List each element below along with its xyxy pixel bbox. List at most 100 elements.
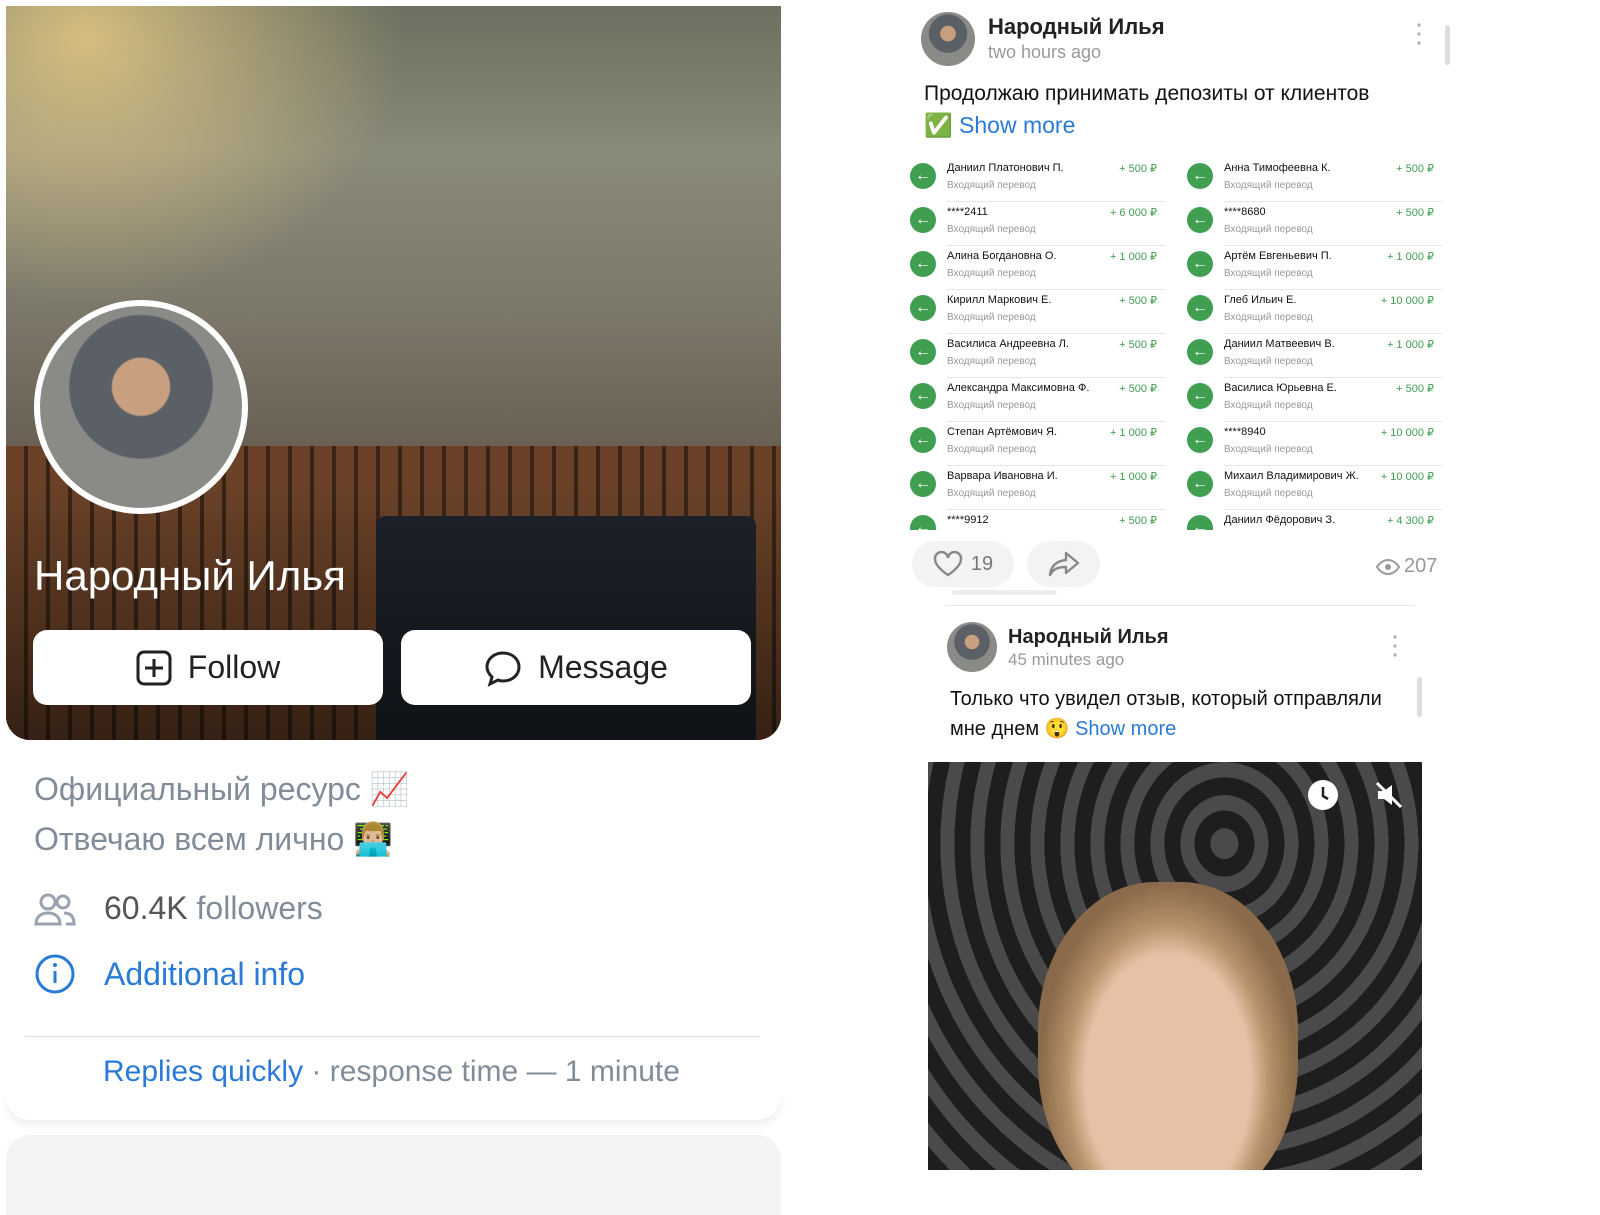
incoming-arrow-icon: ← <box>910 427 936 453</box>
additional-info-link[interactable]: Additional info <box>34 953 305 995</box>
scrollbar[interactable] <box>1417 677 1422 717</box>
transaction-name: ****8680 <box>1224 206 1266 218</box>
profile-description-line: Официальный ресурс 📈 <box>34 771 410 807</box>
views-counter: 207 <box>1376 555 1437 578</box>
transaction-amount: + 10 000 ₽ <box>1380 427 1434 439</box>
transaction-row: ← Варвара Ивановна И. Входящий перевод +… <box>905 466 1175 510</box>
follow-label: Follow <box>187 649 281 685</box>
more-options-icon[interactable]: ⋮ <box>1406 20 1432 46</box>
followers-count: 60.4K <box>104 890 188 926</box>
transaction-type: Входящий перевод <box>1224 400 1313 411</box>
transaction-type: Входящий перевод <box>947 400 1036 411</box>
transaction-amount: + 500 ₽ <box>1119 515 1157 527</box>
transaction-row: ← Артём Евгеньевич П. Входящий перевод +… <box>1182 246 1450 290</box>
heart-icon <box>933 551 963 577</box>
transaction-amount: + 10 000 ₽ <box>1380 295 1434 307</box>
transaction-row: ← ****8940 Входящий перевод + 10 000 ₽ <box>1182 422 1450 466</box>
transaction-name: Александра Максимовна Ф. <box>947 382 1090 394</box>
transaction-amount: + 1 000 ₽ <box>1386 251 1434 263</box>
like-button[interactable]: 19 <box>912 541 1014 587</box>
transaction-row: ← Василиса Андреевна Л. Входящий перевод… <box>905 334 1175 378</box>
transaction-type: Входящий перевод <box>947 356 1036 367</box>
transaction-row: ← ****9912 + 500 ₽ <box>905 510 1175 530</box>
transaction-type: Входящий перевод <box>1224 444 1313 455</box>
transaction-amount: + 500 ₽ <box>1119 163 1157 175</box>
info-icon <box>35 954 75 994</box>
transaction-name: Василиса Андреевна Л. <box>947 338 1069 350</box>
next-card <box>6 1135 781 1215</box>
transaction-amount: + 500 ₽ <box>1119 383 1157 395</box>
transaction-row: ← Алина Богдановна О. Входящий перевод +… <box>905 246 1175 290</box>
more-options-icon[interactable]: ⋮ <box>1382 632 1408 658</box>
transaction-name: Варвара Ивановна И. <box>947 470 1058 482</box>
response-time-info: Replies quickly · response time — 1 minu… <box>103 1055 680 1089</box>
transaction-name: ****9912 <box>947 514 989 526</box>
transaction-row: ← Кирилл Маркович Е. Входящий перевод + … <box>905 290 1175 334</box>
transaction-name: Василиса Юрьевна Е. <box>1224 382 1337 394</box>
transaction-name: Даниил Платонович П. <box>947 162 1064 174</box>
transaction-name: Артём Евгеньевич П. <box>1224 250 1332 262</box>
incoming-arrow-icon: ← <box>1187 339 1213 365</box>
transaction-row: ← Александра Максимовна Ф. Входящий пере… <box>905 378 1175 422</box>
transaction-type: Входящий перевод <box>1224 224 1313 235</box>
post-author[interactable]: Народный Илья <box>1008 626 1169 649</box>
share-button[interactable] <box>1027 541 1100 587</box>
transaction-type: Входящий перевод <box>1224 180 1313 191</box>
transaction-type: Входящий перевод <box>947 444 1036 455</box>
followers-row[interactable]: 60.4K followers <box>34 890 323 927</box>
replies-quickly-label: Replies quickly <box>103 1055 304 1088</box>
post-author-avatar[interactable] <box>921 12 975 66</box>
transaction-name: ****8940 <box>1224 426 1266 438</box>
incoming-arrow-icon: ← <box>1187 383 1213 409</box>
share-arrow-icon <box>1048 551 1079 577</box>
transaction-amount: + 500 ₽ <box>1119 295 1157 307</box>
transaction-row: ← Василиса Юрьевна Е. Входящий перевод +… <box>1182 378 1450 422</box>
post-text: Только что увидел отзыв, который отправл… <box>950 684 1410 744</box>
show-more-link[interactable]: Show more <box>1075 718 1176 740</box>
post-image-transactions[interactable]: ← Даниил Платонович П. Входящий перевод … <box>905 158 1450 530</box>
post-video[interactable] <box>928 762 1422 1170</box>
transaction-amount: + 1 000 ₽ <box>1109 427 1157 439</box>
video-frame-person <box>1038 882 1298 1170</box>
message-button[interactable]: Message <box>401 630 751 705</box>
profile-name: Народный Илья <box>34 552 346 599</box>
transaction-amount: + 4 300 ₽ <box>1386 515 1434 527</box>
users-icon <box>34 893 76 925</box>
transaction-type: Входящий перевод <box>947 488 1036 499</box>
transaction-type: Входящий перевод <box>947 268 1036 279</box>
incoming-arrow-icon: ← <box>910 471 936 497</box>
transaction-amount: + 1 000 ₽ <box>1109 471 1157 483</box>
transaction-amount: + 500 ₽ <box>1396 163 1434 175</box>
incoming-arrow-icon: ← <box>910 515 936 530</box>
transaction-type: Входящий перевод <box>947 224 1036 235</box>
profile-description-line: Отвечаю всем лично 👨🏼‍💻 <box>34 821 394 857</box>
post-author[interactable]: Народный Илья <box>988 14 1165 40</box>
transaction-amount: + 500 ₽ <box>1396 207 1434 219</box>
profile-avatar[interactable] <box>34 300 248 514</box>
plus-square-icon <box>136 650 172 685</box>
transaction-amount: + 6 000 ₽ <box>1109 207 1157 219</box>
transaction-type: Входящий перевод <box>947 312 1036 323</box>
response-time-label: · response time — 1 minute <box>303 1055 680 1088</box>
incoming-arrow-icon: ← <box>1187 515 1213 530</box>
likes-count: 19 <box>970 552 994 575</box>
additional-info-label: Additional info <box>104 955 306 992</box>
transaction-row: ← ****8680 Входящий перевод + 500 ₽ <box>1182 202 1450 246</box>
transaction-row: ← Анна Тимофеевна К. Входящий перевод + … <box>1182 158 1450 202</box>
incoming-arrow-icon: ← <box>1187 251 1213 277</box>
transaction-name: Михаил Владимирович Ж. <box>1224 470 1359 482</box>
show-more-link[interactable]: Show more <box>959 112 1075 138</box>
post-text: Продолжаю принимать депозиты от клиентов <box>924 82 1370 105</box>
transaction-amount: + 1 000 ₽ <box>1386 339 1434 351</box>
follow-button[interactable]: Follow <box>33 630 383 705</box>
checkmark-emoji-icon: ✅ <box>924 112 953 138</box>
scrollbar[interactable] <box>1445 25 1450 65</box>
incoming-arrow-icon: ← <box>910 207 936 233</box>
clock-icon[interactable] <box>1308 780 1338 810</box>
incoming-arrow-icon: ← <box>1187 427 1213 453</box>
transaction-type: Входящий перевод <box>1224 356 1313 367</box>
card-bottom-edge <box>6 1090 781 1120</box>
post-author-avatar[interactable] <box>947 622 997 672</box>
incoming-arrow-icon: ← <box>910 339 936 365</box>
mute-icon[interactable] <box>1374 780 1404 815</box>
